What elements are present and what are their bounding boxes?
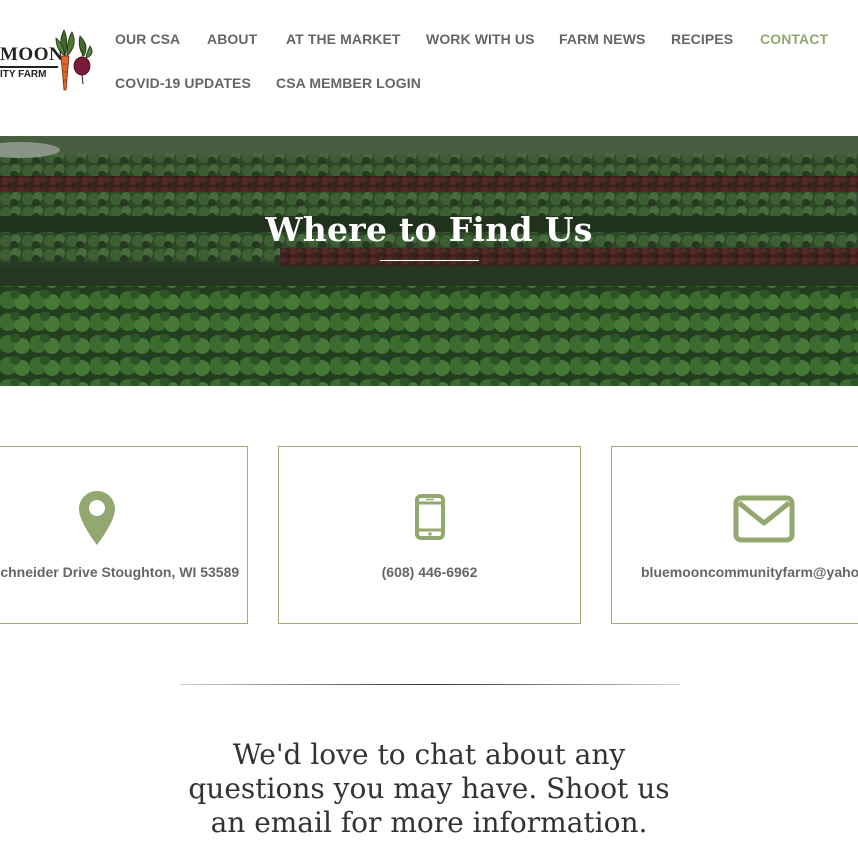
phone-card: (608) 446-6962 (278, 446, 581, 624)
map-pin-icon (79, 491, 115, 545)
nav-contact[interactable]: CONTACT (760, 31, 828, 47)
nav-at-the-market[interactable]: AT THE MARKET (286, 31, 401, 47)
site-logo[interactable]: MOON ITY FARM (0, 26, 96, 96)
email-text[interactable]: bluemooncommunityfarm@yahoo. (612, 564, 858, 580)
farm-field-photo (0, 136, 858, 386)
contact-message: We'd love to chat about any questions yo… (188, 738, 670, 839)
page-title: Where to Find Us (265, 210, 593, 249)
nav-about[interactable]: ABOUT (207, 31, 257, 47)
phone-icon (415, 494, 445, 540)
vegetable-illustration-icon (55, 29, 93, 91)
logo-wordmark-bottom: ITY FARM (0, 69, 47, 80)
address-text: Schneider Drive Stoughton, WI 53589 (0, 564, 240, 580)
hero-banner: Where to Find Us (0, 136, 858, 386)
title-underline (380, 260, 479, 261)
nav-csa-member-login[interactable]: CSA MEMBER LOGIN (276, 75, 421, 91)
nav-covid-19-updates[interactable]: COVID-19 UPDATES (115, 75, 251, 91)
phone-text[interactable]: (608) 446-6962 (279, 564, 580, 580)
nav-our-csa[interactable]: OUR CSA (115, 31, 180, 47)
email-card: bluemooncommunityfarm@yahoo. (611, 446, 858, 624)
nav-recipes[interactable]: RECIPES (671, 31, 733, 47)
nav-farm-news[interactable]: FARM NEWS (559, 31, 645, 47)
address-card: Schneider Drive Stoughton, WI 53589 (0, 446, 248, 624)
nav-work-with-us[interactable]: WORK WITH US (426, 31, 535, 47)
site-header: MOON ITY FARM OUR CSA ABOUT AT THE MARKE… (0, 0, 858, 136)
section-divider (180, 684, 680, 685)
envelope-icon (733, 495, 795, 543)
